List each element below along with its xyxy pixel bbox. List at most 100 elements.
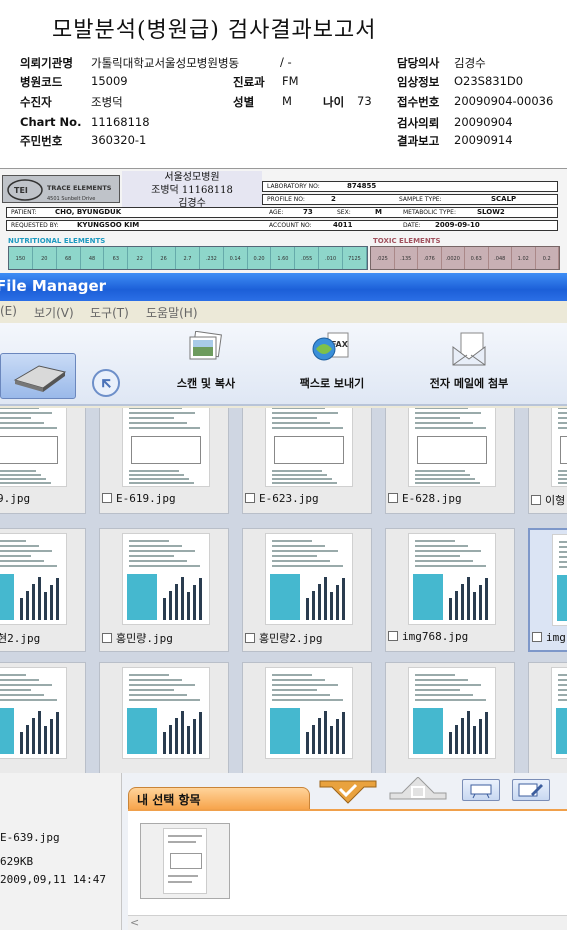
file-caption: 현2.jpg xyxy=(0,630,40,646)
institution-value: 가톨릭대학교서울성모병원병동 xyxy=(91,56,240,70)
window-titlebar[interactable]: File Manager xyxy=(0,273,567,301)
email-icon xyxy=(452,332,486,366)
svg-text:TEI: TEI xyxy=(14,186,28,195)
refresh-button[interactable] xyxy=(92,369,120,397)
info-marker xyxy=(0,797,6,809)
scan-date-label: DATE: xyxy=(403,222,421,229)
scan-patient-label: PATIENT: xyxy=(11,209,37,216)
fax-icon: FAX xyxy=(312,332,349,361)
file-checkbox[interactable] xyxy=(102,493,112,503)
institution-extra: / - xyxy=(280,55,292,69)
toxic-elements-bar: .025.135.076.0020 0.63.048 1.02 0.2 xyxy=(370,246,560,270)
nutritional-value-cell: .010 xyxy=(319,247,344,269)
fax-send-button[interactable]: FAX 팩스로 보내기 xyxy=(274,327,390,401)
metabolic-value: SLOW2 xyxy=(477,208,505,216)
file-manager-window: File Manager (E) 보기(V) 도구(T) 도움말(H) 스캔 및… xyxy=(0,273,567,930)
file-thumbnail-grid: 9.jpg E-619.jpg E-623.jpg E-628.jpg 이형현2.jpg… xyxy=(0,408,567,778)
toxic-value-cell: 0.2 xyxy=(536,247,559,269)
scanner-icon xyxy=(13,365,67,392)
scan-sex-label: SEX: xyxy=(337,209,351,216)
report-title: 모발분석(병원급) 검사결과보고서 xyxy=(52,18,377,43)
file-thumbnail[interactable] xyxy=(385,662,515,778)
file-thumbnail[interactable]: E-623.jpg xyxy=(242,408,372,514)
info-filesize: 629KB xyxy=(0,855,34,868)
scanner-button[interactable] xyxy=(0,353,76,399)
menu-help[interactable]: 도움말(H) xyxy=(146,304,198,321)
file-thumbnail[interactable]: img768.jpg xyxy=(385,528,515,652)
document-preview xyxy=(122,533,210,625)
selected-document-preview xyxy=(163,828,207,894)
file-caption: E-628.jpg xyxy=(388,492,462,508)
doctor-label: 담당의사 xyxy=(397,56,440,70)
menu-edit[interactable]: (E) xyxy=(0,304,17,318)
edit-icon xyxy=(518,783,543,797)
document-preview xyxy=(122,667,210,759)
add-to-selection-button[interactable] xyxy=(318,777,377,804)
file-name: E-619.jpg xyxy=(116,492,176,505)
menu-bar: (E) 보기(V) 도구(T) 도움말(H) xyxy=(0,301,567,323)
email-attach-button[interactable]: 전자 메일에 첨부 xyxy=(406,327,532,401)
request-row: REQUESTED BY: KYUNGSOO KIM ACCOUNT NO: 4… xyxy=(6,220,558,231)
file-caption: E-619.jpg xyxy=(102,492,176,508)
doctor-value: 김경수 xyxy=(454,56,486,70)
account-value: 4011 xyxy=(333,221,353,229)
department-value: FM xyxy=(282,74,299,88)
file-checkbox[interactable] xyxy=(388,631,398,641)
scan-age-value: 73 xyxy=(303,208,313,216)
sample-value: SCALP xyxy=(491,195,517,203)
test-request-label: 검사의뢰 xyxy=(397,116,440,130)
slideshow-button[interactable] xyxy=(462,779,500,801)
lab-no-row: LABORATORY NO: 874855 xyxy=(262,181,558,192)
info-date: 2009,09,11 14:47 xyxy=(0,873,106,886)
document-preview xyxy=(551,667,567,759)
profile-label: PROFILE NO: xyxy=(267,196,305,203)
toolbar: 스캔 및 복사 FAX 팩스로 보내기 전자 메일에 첨부 xyxy=(0,323,567,406)
refresh-icon xyxy=(102,379,111,388)
email-attach-label: 전자 메일에 첨부 xyxy=(429,377,509,390)
file-checkbox[interactable] xyxy=(245,493,255,503)
file-thumbnail[interactable] xyxy=(99,662,229,778)
lab-address: 4501 Sunbelt Drive xyxy=(47,196,96,202)
edit-button[interactable] xyxy=(512,779,550,801)
file-checkbox[interactable] xyxy=(532,632,542,642)
remove-from-selection-button[interactable] xyxy=(388,776,447,803)
document-preview xyxy=(0,408,67,487)
scroll-left-icon[interactable]: < xyxy=(130,916,139,929)
lab-logo: TEI TRACE ELEMENTS 4501 Sunbelt Drive xyxy=(2,175,120,203)
file-thumbnail[interactable] xyxy=(0,662,86,778)
sex-label: 성별 xyxy=(233,95,255,109)
file-caption: 이형 xyxy=(531,492,565,508)
file-thumbnail[interactable]: 현2.jpg xyxy=(0,528,86,652)
file-thumbnail[interactable]: 이형 xyxy=(528,408,567,514)
file-thumbnail[interactable]: img xyxy=(528,528,567,652)
file-name: img xyxy=(546,631,566,644)
nutritional-value-cell: 1.60 xyxy=(271,247,296,269)
file-thumbnail[interactable]: E-619.jpg xyxy=(99,408,229,514)
file-checkbox[interactable] xyxy=(245,633,255,643)
chart-no-value: 11168118 xyxy=(91,115,150,129)
lab-emblem-icon: TEI xyxy=(7,179,43,201)
toxic-value-cell: .076 xyxy=(418,247,442,269)
file-thumbnail[interactable]: E-628.jpg xyxy=(385,408,515,514)
down-arrow-check-icon xyxy=(319,780,377,804)
file-thumbnail[interactable]: 홍민량.jpg xyxy=(99,528,229,652)
file-caption: E-623.jpg xyxy=(245,492,319,508)
scan-copy-button[interactable]: 스캔 및 복사 xyxy=(150,327,262,401)
file-checkbox[interactable] xyxy=(388,493,398,503)
file-checkbox[interactable] xyxy=(531,495,541,505)
file-thumbnail[interactable]: 9.jpg xyxy=(0,408,86,514)
file-thumbnail[interactable]: 홍민량2.jpg xyxy=(242,528,372,652)
file-thumbnail[interactable] xyxy=(242,662,372,778)
selected-thumbnail[interactable] xyxy=(140,823,230,899)
selection-area: < xyxy=(128,809,567,930)
horizontal-scrollbar[interactable]: < xyxy=(128,915,567,930)
menu-tools[interactable]: 도구(T) xyxy=(90,304,129,321)
patient-row: PATIENT: CHO, BYUNGDUK AGE: 73 SEX: M ME… xyxy=(6,207,558,218)
selection-tab[interactable]: 내 선택 항목 xyxy=(128,787,310,809)
file-checkbox[interactable] xyxy=(102,633,112,643)
file-thumbnail[interactable] xyxy=(528,662,567,778)
nutritional-value-cell: 2.7 xyxy=(176,247,200,269)
scan-copy-label: 스캔 및 복사 xyxy=(176,377,236,390)
menu-view[interactable]: 보기(V) xyxy=(34,304,74,321)
nutritional-value-cell: 68 xyxy=(57,247,81,269)
